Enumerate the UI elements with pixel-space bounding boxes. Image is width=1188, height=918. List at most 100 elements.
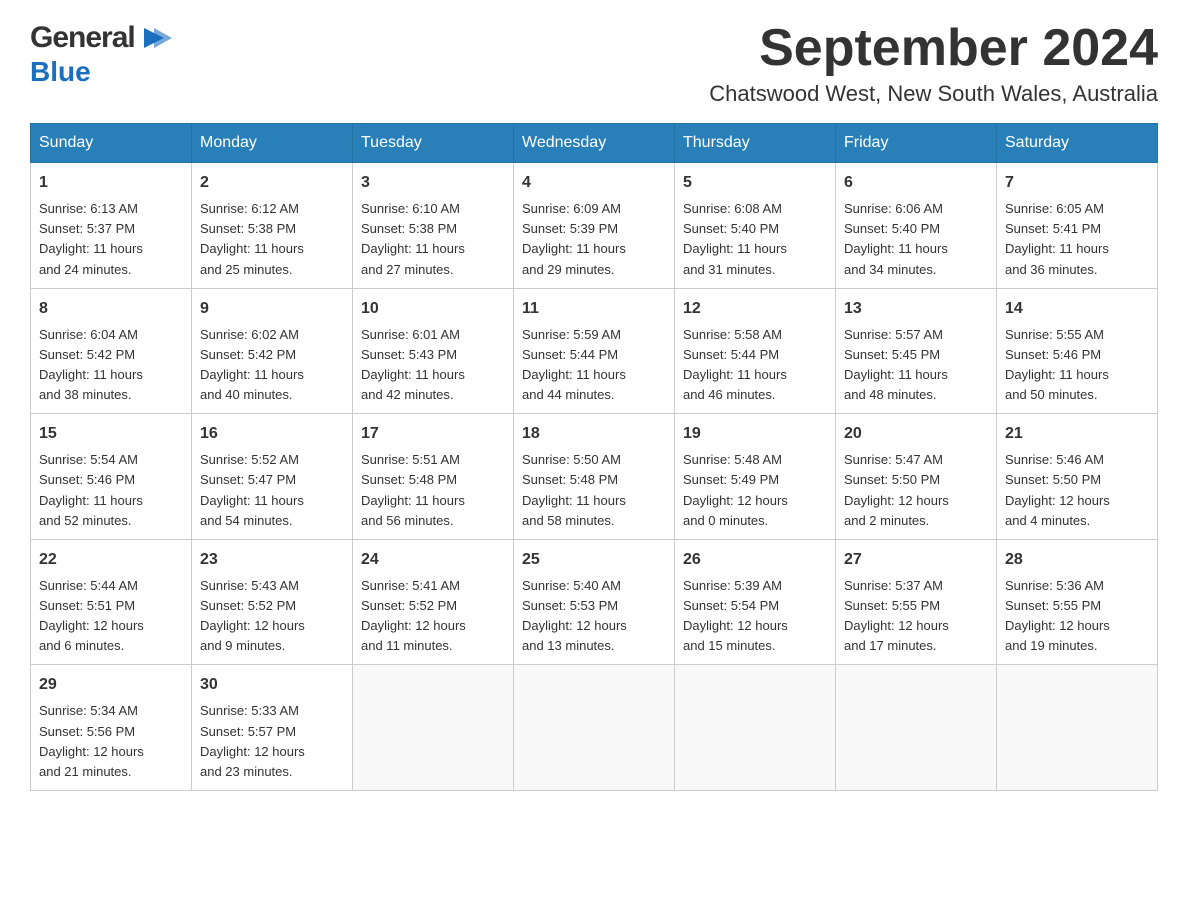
calendar-header-row: SundayMondayTuesdayWednesdayThursdayFrid… [31, 124, 1158, 163]
calendar-day-cell: 12 Sunrise: 5:58 AMSunset: 5:44 PMDayligh… [675, 288, 836, 414]
day-info: Sunrise: 5:33 AMSunset: 5:57 PMDaylight:… [200, 701, 344, 782]
calendar-day-cell [514, 665, 675, 791]
day-number: 2 [200, 171, 344, 195]
logo-general-text: General [30, 21, 135, 55]
day-number: 30 [200, 673, 344, 697]
day-number: 1 [39, 171, 183, 195]
day-info: Sunrise: 5:41 AMSunset: 5:52 PMDaylight:… [361, 576, 505, 657]
day-info: Sunrise: 6:10 AMSunset: 5:38 PMDaylight:… [361, 199, 505, 280]
page-header: General Blue September 2024 Chatswood We… [30, 20, 1158, 107]
day-info: Sunrise: 5:59 AMSunset: 5:44 PMDaylight:… [522, 325, 666, 406]
calendar-day-cell: 15Sunrise: 5:54 AMSunset: 5:46 PMDayligh… [31, 414, 192, 540]
day-number: 11 [522, 297, 666, 321]
day-info: Sunrise: 6:12 AMSunset: 5:38 PMDaylight:… [200, 199, 344, 280]
calendar-day-cell: 3 Sunrise: 6:10 AMSunset: 5:38 PMDaylight… [353, 163, 514, 289]
logo-blue-text: Blue [30, 56, 91, 87]
title-area: September 2024 Chatswood West, New South… [709, 20, 1158, 107]
day-number: 19 [683, 422, 827, 446]
day-info: Sunrise: 6:13 AMSunset: 5:37 PMDaylight:… [39, 199, 183, 280]
calendar-day-cell [675, 665, 836, 791]
calendar-day-cell: 14Sunrise: 5:55 AMSunset: 5:46 PMDayligh… [997, 288, 1158, 414]
day-info: Sunrise: 6:08 AMSunset: 5:40 PMDaylight:… [683, 199, 827, 280]
calendar-day-cell: 24Sunrise: 5:41 AMSunset: 5:52 PMDayligh… [353, 539, 514, 665]
day-number: 21 [1005, 422, 1149, 446]
day-number: 10 [361, 297, 505, 321]
calendar-day-cell [353, 665, 514, 791]
day-number: 28 [1005, 548, 1149, 572]
day-info: Sunrise: 5:47 AMSunset: 5:50 PMDaylight:… [844, 450, 988, 531]
calendar-day-cell: 13Sunrise: 5:57 AMSunset: 5:45 PMDayligh… [836, 288, 997, 414]
calendar-day-cell [997, 665, 1158, 791]
day-info: Sunrise: 5:51 AMSunset: 5:48 PMDaylight:… [361, 450, 505, 531]
day-info: Sunrise: 6:06 AMSunset: 5:40 PMDaylight:… [844, 199, 988, 280]
calendar-day-cell: 25 Sunrise: 5:40 AMSunset: 5:53 PMDayligh… [514, 539, 675, 665]
calendar-day-cell: 20 Sunrise: 5:47 AMSunset: 5:50 PMDayligh… [836, 414, 997, 540]
calendar-day-cell: 17 Sunrise: 5:51 AMSunset: 5:48 PMDayligh… [353, 414, 514, 540]
calendar-day-cell: 7 Sunrise: 6:05 AMSunset: 5:41 PMDaylight… [997, 163, 1158, 289]
day-info: Sunrise: 6:02 AMSunset: 5:42 PMDaylight:… [200, 325, 344, 406]
calendar-day-cell: 29 Sunrise: 5:34 AMSunset: 5:56 PMDayligh… [31, 665, 192, 791]
weekday-header-wednesday: Wednesday [514, 124, 675, 163]
calendar-day-cell: 27 Sunrise: 5:37 AMSunset: 5:55 PMDayligh… [836, 539, 997, 665]
calendar-day-cell: 1 Sunrise: 6:13 AMSunset: 5:37 PMDaylight… [31, 163, 192, 289]
day-number: 22 [39, 548, 183, 572]
calendar-day-cell: 28 Sunrise: 5:36 AMSunset: 5:55 PMDayligh… [997, 539, 1158, 665]
weekday-header-thursday: Thursday [675, 124, 836, 163]
calendar-week-row: 29 Sunrise: 5:34 AMSunset: 5:56 PMDayligh… [31, 665, 1158, 791]
calendar-week-row: 8 Sunrise: 6:04 AMSunset: 5:42 PMDaylight… [31, 288, 1158, 414]
day-info: Sunrise: 5:44 AMSunset: 5:51 PMDaylight:… [39, 576, 183, 657]
day-number: 7 [1005, 171, 1149, 195]
calendar-day-cell: 9 Sunrise: 6:02 AMSunset: 5:42 PMDaylight… [192, 288, 353, 414]
day-number: 5 [683, 171, 827, 195]
calendar-day-cell: 16Sunrise: 5:52 AMSunset: 5:47 PMDayligh… [192, 414, 353, 540]
day-info: Sunrise: 5:39 AMSunset: 5:54 PMDaylight:… [683, 576, 827, 657]
day-number: 27 [844, 548, 988, 572]
day-info: Sunrise: 5:58 AMSunset: 5:44 PMDaylight:… [683, 325, 827, 406]
weekday-header-saturday: Saturday [997, 124, 1158, 163]
day-number: 13 [844, 297, 988, 321]
day-number: 6 [844, 171, 988, 195]
calendar-day-cell: 6 Sunrise: 6:06 AMSunset: 5:40 PMDaylight… [836, 163, 997, 289]
day-info: Sunrise: 5:50 AMSunset: 5:48 PMDaylight:… [522, 450, 666, 531]
weekday-header-monday: Monday [192, 124, 353, 163]
day-info: Sunrise: 6:04 AMSunset: 5:42 PMDaylight:… [39, 325, 183, 406]
calendar-day-cell: 23Sunrise: 5:43 AMSunset: 5:52 PMDayligh… [192, 539, 353, 665]
day-number: 14 [1005, 297, 1149, 321]
day-number: 25 [522, 548, 666, 572]
calendar-table: SundayMondayTuesdayWednesdayThursdayFrid… [30, 123, 1158, 791]
day-info: Sunrise: 5:36 AMSunset: 5:55 PMDaylight:… [1005, 576, 1149, 657]
day-number: 4 [522, 171, 666, 195]
calendar-day-cell: 30 Sunrise: 5:33 AMSunset: 5:57 PMDayligh… [192, 665, 353, 791]
day-info: Sunrise: 5:52 AMSunset: 5:47 PMDaylight:… [200, 450, 344, 531]
calendar-week-row: 22 Sunrise: 5:44 AMSunset: 5:51 PMDayligh… [31, 539, 1158, 665]
calendar-day-cell: 2 Sunrise: 6:12 AMSunset: 5:38 PMDaylight… [192, 163, 353, 289]
day-info: Sunrise: 5:48 AMSunset: 5:49 PMDaylight:… [683, 450, 827, 531]
day-number: 9 [200, 297, 344, 321]
calendar-body: 1 Sunrise: 6:13 AMSunset: 5:37 PMDaylight… [31, 163, 1158, 791]
day-number: 12 [683, 297, 827, 321]
logo-area: General Blue [30, 20, 173, 88]
day-info: Sunrise: 6:09 AMSunset: 5:39 PMDaylight:… [522, 199, 666, 280]
day-info: Sunrise: 6:01 AMSunset: 5:43 PMDaylight:… [361, 325, 505, 406]
day-number: 8 [39, 297, 183, 321]
calendar-day-cell: 18Sunrise: 5:50 AMSunset: 5:48 PMDayligh… [514, 414, 675, 540]
day-number: 17 [361, 422, 505, 446]
day-number: 26 [683, 548, 827, 572]
calendar-day-cell: 21 Sunrise: 5:46 AMSunset: 5:50 PMDayligh… [997, 414, 1158, 540]
day-number: 29 [39, 673, 183, 697]
day-info: Sunrise: 5:34 AMSunset: 5:56 PMDaylight:… [39, 701, 183, 782]
weekday-header-sunday: Sunday [31, 124, 192, 163]
day-info: Sunrise: 5:46 AMSunset: 5:50 PMDaylight:… [1005, 450, 1149, 531]
weekday-header-tuesday: Tuesday [353, 124, 514, 163]
day-info: Sunrise: 5:40 AMSunset: 5:53 PMDaylight:… [522, 576, 666, 657]
day-info: Sunrise: 5:54 AMSunset: 5:46 PMDaylight:… [39, 450, 183, 531]
day-number: 3 [361, 171, 505, 195]
day-info: Sunrise: 5:37 AMSunset: 5:55 PMDaylight:… [844, 576, 988, 657]
day-number: 20 [844, 422, 988, 446]
month-title: September 2024 [709, 20, 1158, 77]
calendar-day-cell: 10 Sunrise: 6:01 AMSunset: 5:43 PMDayligh… [353, 288, 514, 414]
calendar-week-row: 15Sunrise: 5:54 AMSunset: 5:46 PMDayligh… [31, 414, 1158, 540]
day-info: Sunrise: 6:05 AMSunset: 5:41 PMDaylight:… [1005, 199, 1149, 280]
calendar-day-cell: 11 Sunrise: 5:59 AMSunset: 5:44 PMDayligh… [514, 288, 675, 414]
calendar-day-cell: 26 Sunrise: 5:39 AMSunset: 5:54 PMDayligh… [675, 539, 836, 665]
